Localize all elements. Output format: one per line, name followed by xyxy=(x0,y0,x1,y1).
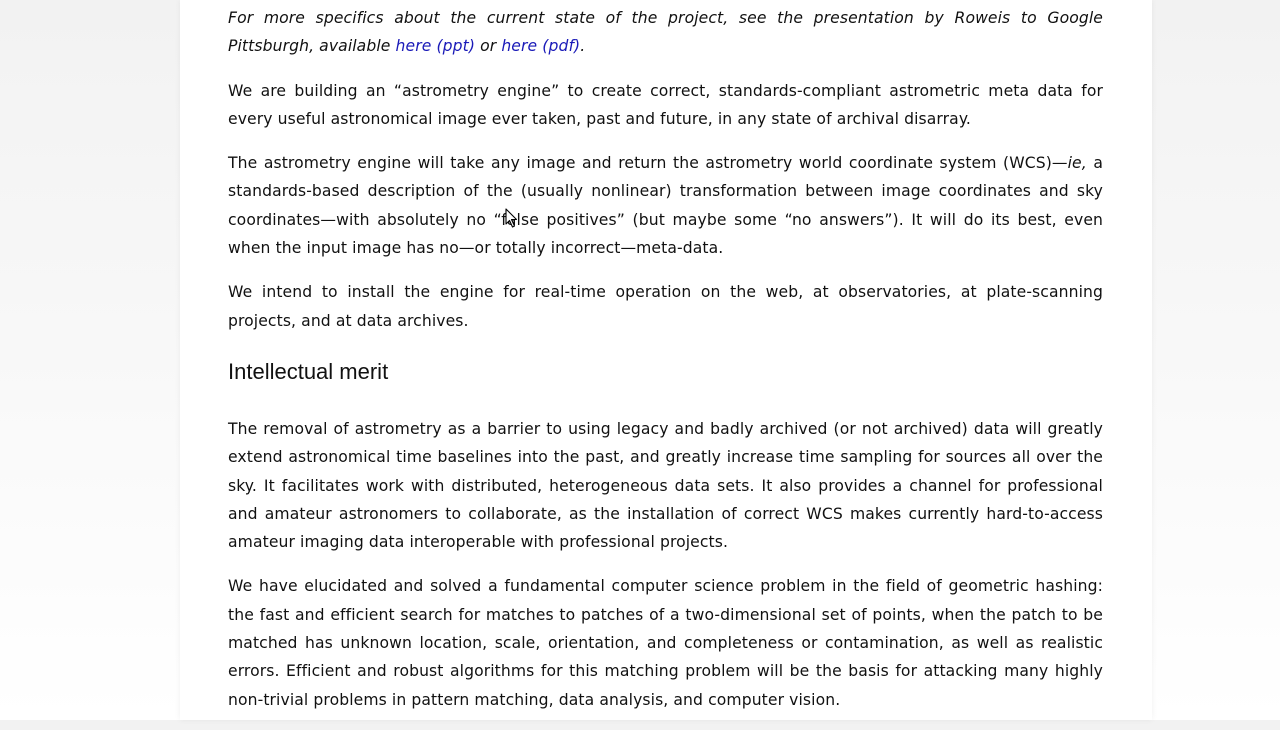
paragraph-engine-install: We intend to install the engine for real… xyxy=(228,283,1103,330)
intro-paragraph: For more specifics about the current sta… xyxy=(228,4,1103,61)
page-container: For more specifics about the current sta… xyxy=(180,0,1152,720)
paragraph-engine-wcs: The astrometry engine will take any imag… xyxy=(228,149,1103,262)
paragraph-engine-purpose: We are building an “astrometry engine” t… xyxy=(228,81,1103,128)
presentation-pdf-link[interactable]: here (pdf) xyxy=(501,37,580,55)
wcs-text-before: The astrometry engine will take any imag… xyxy=(228,154,1068,173)
paragraph-merit-hashing: We have elucidated and solved a fundamen… xyxy=(228,577,1103,709)
intro-middle: or xyxy=(475,37,502,56)
intro-suffix: . xyxy=(580,37,586,56)
wcs-ie: ie, xyxy=(1067,154,1087,173)
intro-prefix: For more specifics about the current sta… xyxy=(228,9,1103,56)
paragraph-merit-astrometry: The removal of astrometry as a barrier t… xyxy=(228,419,1103,552)
presentation-ppt-link[interactable]: here (ppt) xyxy=(396,37,476,55)
section-heading-intellectual-merit: Intellectual merit xyxy=(228,358,389,384)
article-content: For more specifics about the current sta… xyxy=(228,4,1103,730)
